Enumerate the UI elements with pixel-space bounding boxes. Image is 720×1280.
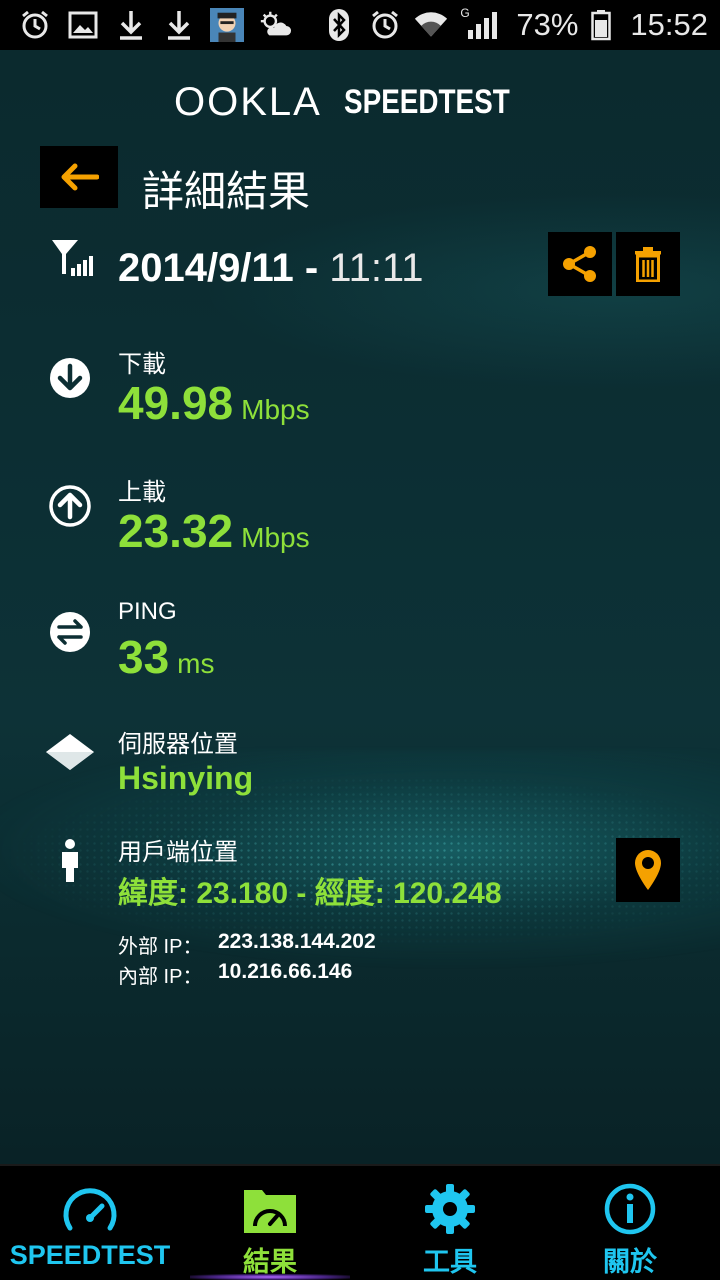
active-tab-indicator (190, 1274, 350, 1280)
external-ip-row: 外部 IP： 223.138.144.202 (118, 930, 376, 959)
speedometer-icon (63, 1188, 117, 1231)
back-button[interactable] (40, 146, 118, 208)
delete-button[interactable] (616, 232, 680, 296)
clock: 15:52 (630, 7, 708, 42)
battery-percent: 73% (516, 7, 579, 42)
external-ip-value: 223.138.144.202 (218, 930, 376, 953)
internal-ip-value: 10.216.66.146 (218, 960, 353, 983)
upload-label: 上載 (118, 479, 166, 506)
logo-ookla: OOKLA (173, 80, 322, 124)
datetime-separator: - (293, 246, 330, 290)
map-location-button[interactable] (616, 838, 680, 902)
bottom-navigation: SPEEDTEST 結果 工具 關於 (0, 1164, 720, 1280)
ping-unit: ms (177, 648, 215, 679)
map-pin-icon (635, 850, 661, 890)
nav-speedtest-label: SPEEDTEST (9, 1240, 171, 1270)
test-datetime: 2014/9/11 - 11:11 (118, 246, 423, 291)
battery-icon (590, 8, 612, 42)
nav-speedtest[interactable]: SPEEDTEST (0, 1166, 180, 1280)
ping-icon (48, 610, 92, 654)
upload-unit: Mbps (241, 522, 310, 553)
download-icon (48, 356, 92, 400)
cellular-signal-icon (50, 238, 94, 282)
share-button[interactable] (548, 232, 612, 296)
results-folder-icon (244, 1190, 296, 1233)
client-label: 用戶端位置 (118, 839, 238, 866)
test-time: 11:11 (329, 246, 424, 290)
client-coordinates: 緯度: 23.180 - 經度: 120.248 (118, 877, 502, 910)
logo-speedtest: SPEEDTEST (343, 83, 510, 121)
server-name: Hsinying (118, 760, 254, 796)
nav-about[interactable]: 關於 (540, 1166, 720, 1280)
test-date: 2014/9/11 (118, 246, 294, 290)
alarm-icon (368, 8, 402, 42)
external-ip-label: 外部 IP： (118, 936, 203, 958)
gallery-icon (66, 8, 100, 42)
nav-results[interactable]: 結果 (180, 1166, 360, 1280)
server-label: 伺服器位置 (118, 731, 238, 758)
nav-about-label: 關於 (603, 1247, 657, 1277)
download-label: 下載 (118, 351, 166, 378)
status-bar: G 73% 15:52 (0, 0, 720, 50)
trash-icon (635, 247, 661, 282)
back-arrow-icon (61, 163, 99, 191)
ping-label: PING (118, 598, 177, 625)
download-icon (114, 8, 148, 42)
nav-tools[interactable]: 工具 (360, 1166, 540, 1280)
alarm-icon (18, 8, 52, 42)
network-type: G (460, 6, 470, 20)
server-location-icon (44, 730, 98, 774)
weather-icon (258, 8, 292, 42)
download-icon (162, 8, 196, 42)
upload-value: 23.32 Mbps (118, 504, 310, 558)
client-location-icon (56, 838, 84, 882)
results-detail-screen: OOKLA SPEEDTEST 詳細結果 2014/9/11 - 11:11 下… (0, 50, 720, 1164)
internal-ip-label: 內部 IP： (118, 966, 203, 988)
download-speed: 49.98 (118, 377, 234, 429)
bluetooth-icon (322, 8, 356, 42)
download-value: 49.98 Mbps (118, 376, 310, 430)
page-title: 詳細結果 (142, 167, 311, 216)
ping-ms: 33 (118, 631, 170, 683)
avatar-icon (210, 8, 244, 42)
background-dots (0, 770, 720, 950)
wifi-icon (414, 8, 448, 42)
upload-icon (48, 484, 92, 528)
gear-icon (425, 1184, 475, 1234)
internal-ip-row: 內部 IP： 10.216.66.146 (118, 960, 352, 989)
signal-icon: G (460, 6, 504, 42)
ping-value: 33 ms (118, 630, 215, 684)
share-icon (563, 246, 596, 282)
app-logo: OOKLA SPEEDTEST (0, 80, 720, 125)
upload-speed: 23.32 (118, 505, 234, 557)
info-icon (604, 1183, 656, 1235)
download-unit: Mbps (241, 394, 310, 425)
nav-tools-label: 工具 (423, 1247, 477, 1277)
